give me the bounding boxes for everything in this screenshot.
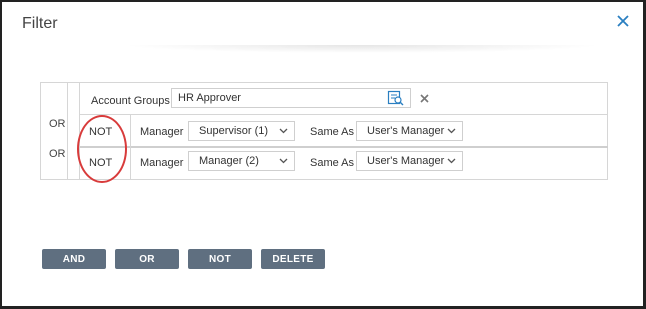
account-groups-input[interactable]: HR Approver — [171, 88, 411, 108]
manager-label: Manager — [140, 157, 184, 169]
or-operator-label[interactable]: OR — [49, 118, 66, 130]
same-as-label: Same As — [310, 157, 355, 169]
not-button[interactable]: NOT — [188, 249, 252, 269]
clear-icon[interactable] — [417, 90, 431, 106]
account-groups-label: Account Groups — [91, 95, 170, 107]
dialog-title: Filter — [22, 15, 58, 32]
chevron-down-icon — [279, 158, 288, 164]
row-divider — [80, 114, 608, 115]
or-column — [40, 82, 68, 180]
manager-label: Manager — [140, 126, 184, 138]
chevron-down-icon — [447, 128, 456, 134]
highlight-circle — [77, 115, 127, 183]
manager-select[interactable]: Manager (2) — [188, 151, 295, 171]
delete-button[interactable]: DELETE — [261, 249, 325, 269]
chevron-down-icon — [279, 128, 288, 134]
or-button[interactable]: OR — [115, 249, 179, 269]
lookup-icon[interactable] — [387, 90, 405, 106]
row-divider — [80, 146, 608, 148]
same-as-select[interactable]: User's Manager — [356, 121, 463, 141]
same-as-select[interactable]: User's Manager — [356, 151, 463, 171]
or-operator-label[interactable]: OR — [49, 148, 66, 160]
title-divider — [122, 45, 602, 53]
manager-select-value: Supervisor (1) — [199, 125, 269, 137]
same-as-select-value: User's Manager — [367, 125, 445, 137]
same-as-select-value: User's Manager — [367, 155, 445, 167]
manager-select-value: Manager (2) — [199, 155, 259, 167]
same-as-label: Same As — [310, 126, 355, 138]
chevron-down-icon — [447, 158, 456, 164]
and-button[interactable]: AND — [42, 249, 106, 269]
not-column-divider — [130, 115, 131, 179]
manager-select[interactable]: Supervisor (1) — [188, 121, 295, 141]
close-icon[interactable] — [613, 11, 633, 31]
